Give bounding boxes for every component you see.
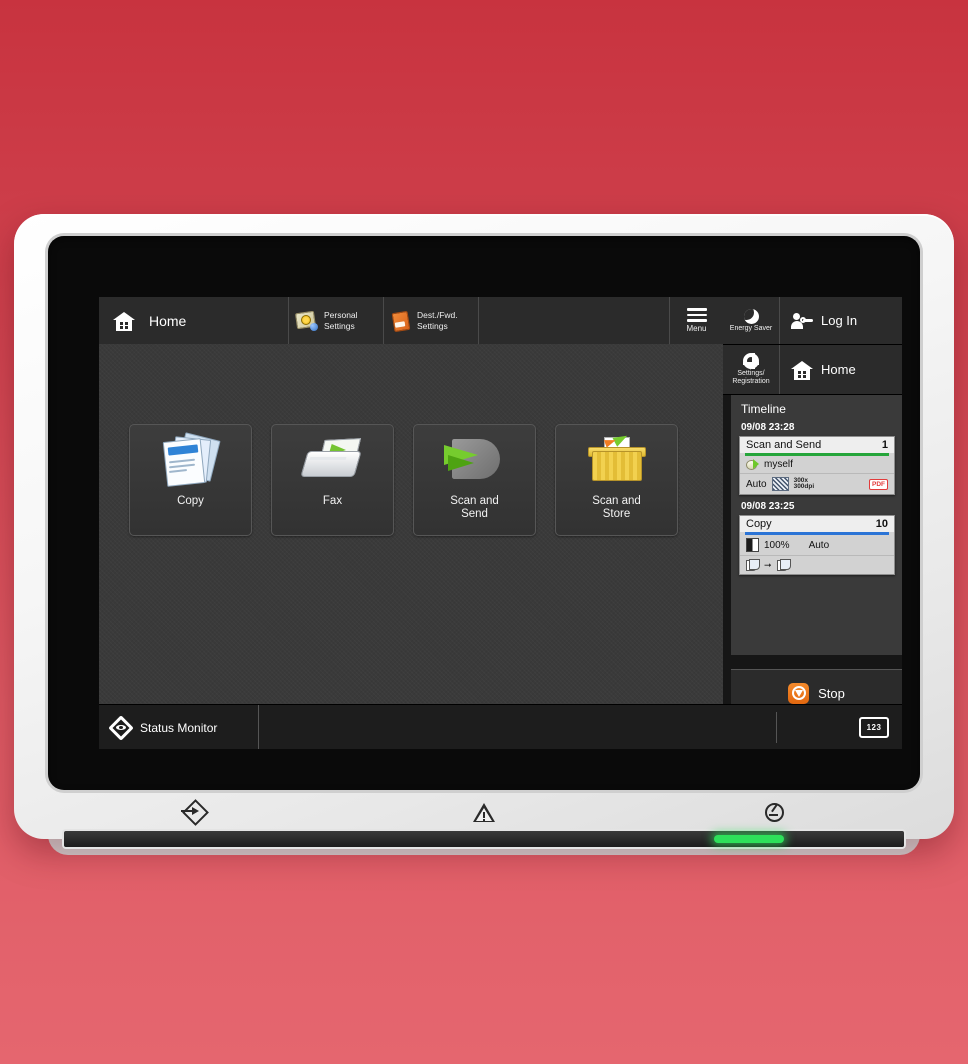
timeline-duplex-row: ➞ bbox=[740, 556, 894, 574]
tile-scan-and-send-label: Scan and Send bbox=[450, 495, 499, 520]
timeline-job-count: 1 bbox=[881, 439, 888, 451]
numeric-keypad-label: 123 bbox=[866, 723, 882, 732]
home-icon bbox=[791, 359, 813, 381]
timeline-destination-label: myself bbox=[764, 459, 793, 470]
personal-settings-label: Personal Settings bbox=[324, 310, 358, 331]
home-tab[interactable]: Home bbox=[99, 297, 289, 344]
timeline-job-count: 10 bbox=[875, 518, 888, 530]
timeline-dpi-label: 300x 300dpi bbox=[793, 477, 815, 490]
menu-button[interactable]: Menu bbox=[670, 297, 723, 344]
stop-label: Stop bbox=[818, 685, 845, 701]
bottom-bar-right: 123 bbox=[723, 704, 902, 749]
touchscreen-ui: Home Personal Settings Dest./Fwd. Settin… bbox=[99, 297, 902, 749]
data-in-button[interactable] bbox=[48, 799, 339, 826]
gear-icon bbox=[743, 353, 759, 369]
status-monitor-icon bbox=[108, 714, 134, 741]
timeline-detail-row: Auto 300x 300dpi PDF bbox=[740, 474, 894, 494]
log-in-label: Log In bbox=[821, 313, 858, 328]
energy-saver-button[interactable]: Energy Saver bbox=[723, 297, 780, 344]
personal-settings-icon bbox=[294, 310, 318, 331]
dest-fwd-settings-button[interactable]: Dest./Fwd. Settings bbox=[384, 297, 479, 344]
destination-forward-settings-icon bbox=[391, 310, 411, 332]
bottom-status-bar: Status Monitor bbox=[99, 704, 723, 749]
error-warning-icon bbox=[471, 801, 497, 825]
scan-and-store-icon bbox=[587, 425, 646, 495]
timeline-entry-time: 09/08 23:28 bbox=[741, 422, 795, 433]
timeline-paper-label: Auto bbox=[808, 539, 830, 551]
power-icon bbox=[762, 801, 788, 825]
format-badge-pdf: PDF bbox=[869, 478, 888, 490]
home-button-side[interactable]: Home bbox=[780, 345, 902, 394]
hardware-button-row bbox=[48, 799, 920, 826]
fax-icon bbox=[299, 425, 364, 495]
function-tile-grid: Copy Fax Scan and Send Scan and Store bbox=[129, 424, 678, 536]
page-output-icon bbox=[776, 559, 791, 571]
hardware-indicator-strip bbox=[64, 831, 904, 847]
hamburger-menu-icon bbox=[686, 308, 707, 322]
topbar-empty-space bbox=[479, 297, 670, 344]
status-monitor-button[interactable]: Status Monitor bbox=[99, 705, 259, 749]
right-side-panel: Energy Saver Log In Settings/ Registrati… bbox=[723, 297, 902, 749]
density-icon bbox=[746, 538, 759, 552]
timeline-detail-row: 100% Auto bbox=[740, 535, 894, 556]
bottom-bar-divider bbox=[776, 712, 777, 743]
right-panel-row-2: Settings/ Registration Home bbox=[723, 345, 902, 395]
scan-and-send-icon bbox=[443, 425, 506, 495]
settings-registration-label: Settings/ Registration bbox=[732, 370, 770, 385]
dest-fwd-settings-label: Dest./Fwd. Settings bbox=[417, 310, 458, 331]
timeline-title: Timeline bbox=[741, 402, 786, 416]
timeline-panel: Timeline 09/08 23:28 Scan and Send 1 mys… bbox=[731, 395, 902, 655]
arrow-right-icon: ➞ bbox=[764, 559, 772, 570]
page-source-icon bbox=[746, 559, 760, 571]
error-warning-button[interactable] bbox=[339, 800, 630, 826]
menu-label: Menu bbox=[686, 324, 707, 333]
right-panel-row-1: Energy Saver Log In bbox=[723, 297, 902, 345]
timeline-destination-row: myself bbox=[740, 456, 894, 474]
touchscreen-bezel: Home Personal Settings Dest./Fwd. Settin… bbox=[48, 236, 920, 790]
energy-saver-label: Energy Saver bbox=[729, 324, 773, 332]
numeric-keypad-icon[interactable]: 123 bbox=[859, 717, 889, 738]
timeline-zoom-label: 100% bbox=[764, 539, 790, 551]
tile-copy[interactable]: Copy bbox=[129, 424, 252, 536]
settings-registration-button[interactable]: Settings/ Registration bbox=[723, 345, 780, 394]
power-led-indicator bbox=[714, 835, 784, 843]
moon-icon bbox=[743, 308, 759, 324]
timeline-card-scan-and-send[interactable]: Scan and Send 1 myself Auto 300x 300dpi … bbox=[739, 436, 895, 495]
status-monitor-label: Status Monitor bbox=[140, 720, 218, 735]
personal-settings-button[interactable]: Personal Settings bbox=[289, 297, 384, 344]
tile-scan-and-send[interactable]: Scan and Send bbox=[413, 424, 536, 536]
tile-copy-label: Copy bbox=[177, 495, 204, 507]
timeline-job-name: Copy bbox=[746, 518, 772, 530]
halftone-icon bbox=[771, 477, 789, 491]
destination-icon bbox=[746, 459, 759, 470]
data-in-icon bbox=[180, 799, 210, 826]
copy-icon bbox=[161, 425, 221, 495]
timeline-job-name: Scan and Send bbox=[746, 439, 822, 451]
home-tab-label: Home bbox=[149, 312, 187, 329]
timeline-entry-time: 09/08 23:25 bbox=[741, 501, 795, 512]
timeline-mode-label: Auto bbox=[746, 478, 767, 490]
top-navigation-bar: Home Personal Settings Dest./Fwd. Settin… bbox=[99, 297, 723, 345]
printer-control-panel-device: Home Personal Settings Dest./Fwd. Settin… bbox=[14, 214, 954, 855]
log-in-button[interactable]: Log In bbox=[780, 297, 902, 344]
power-button[interactable] bbox=[629, 800, 920, 826]
tile-fax-label: Fax bbox=[322, 495, 343, 507]
timeline-card-copy[interactable]: Copy 10 100% Auto ➞ bbox=[739, 515, 895, 575]
user-key-icon bbox=[791, 312, 813, 329]
timeline-card-header: Scan and Send 1 bbox=[740, 437, 894, 453]
timeline-card-header: Copy 10 bbox=[740, 516, 894, 532]
home-app-panel: Copy Fax Scan and Send Scan and Store bbox=[99, 344, 723, 735]
stop-icon bbox=[788, 682, 810, 704]
tile-scan-and-store[interactable]: Scan and Store bbox=[555, 424, 678, 536]
tile-fax[interactable]: Fax bbox=[271, 424, 394, 536]
home-icon bbox=[113, 310, 135, 332]
home-side-label: Home bbox=[821, 362, 856, 377]
tile-scan-and-store-label: Scan and Store bbox=[592, 495, 641, 520]
